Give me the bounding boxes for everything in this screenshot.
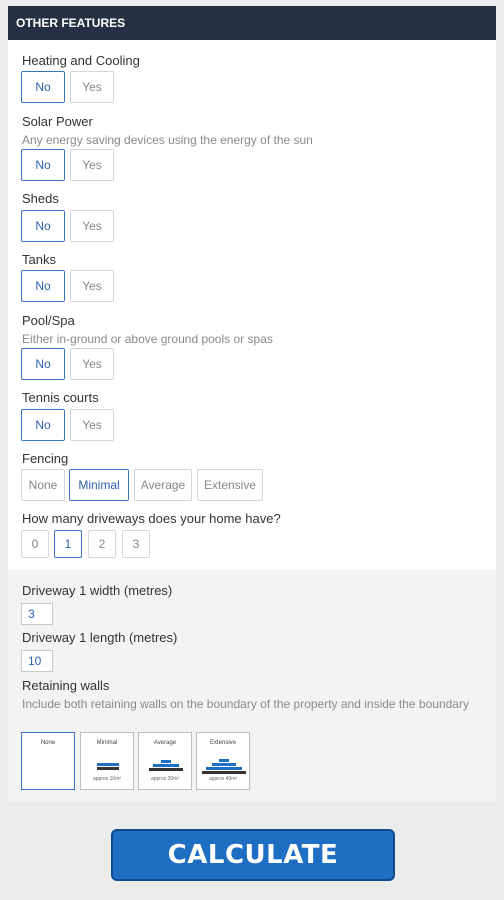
retaining-extensive-wall-icon bbox=[202, 759, 246, 774]
driveway-width-input[interactable]: 3 bbox=[21, 603, 53, 625]
retaining-minimal-option[interactable]: Minimal approx 10m² bbox=[80, 732, 134, 790]
retaining-average-title: Average bbox=[153, 740, 177, 746]
retaining-average-wall-icon bbox=[149, 760, 183, 771]
retaining-walls-label: Retaining walls bbox=[22, 678, 110, 693]
driveway-length-label: Driveway 1 length (metres) bbox=[22, 630, 178, 645]
heating-label: Heating and Cooling bbox=[22, 53, 140, 68]
tennis-yes-button[interactable]: Yes bbox=[70, 409, 114, 441]
fencing-average-button[interactable]: Average bbox=[134, 469, 192, 501]
page: OTHER FEATURES Heating and Cooling No Ye… bbox=[0, 0, 504, 900]
fencing-extensive-button[interactable]: Extensive bbox=[197, 469, 263, 501]
sheds-label: Sheds bbox=[22, 191, 59, 206]
driveways-0-button[interactable]: 0 bbox=[21, 530, 49, 558]
retaining-none-option[interactable]: None bbox=[21, 732, 75, 790]
heating-yes-button[interactable]: Yes bbox=[70, 71, 114, 103]
pool-no-button[interactable]: No bbox=[21, 348, 65, 380]
calculate-button[interactable]: CALCULATE bbox=[111, 829, 395, 881]
solar-label: Solar Power bbox=[22, 114, 93, 129]
retaining-minimal-wall-icon bbox=[97, 763, 119, 770]
retaining-minimal-approx: approx 10m² bbox=[92, 776, 122, 782]
retaining-walls-description: Include both retaining walls on the boun… bbox=[22, 697, 469, 711]
fencing-minimal-button[interactable]: Minimal bbox=[69, 469, 129, 501]
solar-description: Any energy saving devices using the ener… bbox=[22, 133, 313, 147]
tennis-label: Tennis courts bbox=[22, 390, 99, 405]
pool-label: Pool/Spa bbox=[22, 313, 75, 328]
driveways-2-button[interactable]: 2 bbox=[88, 530, 116, 558]
pool-yes-button[interactable]: Yes bbox=[70, 348, 114, 380]
retaining-extensive-approx: approx 40m² bbox=[208, 776, 238, 782]
retaining-none-title: None bbox=[40, 740, 56, 746]
heating-no-button[interactable]: No bbox=[21, 71, 65, 103]
fencing-label: Fencing bbox=[22, 451, 69, 466]
retaining-minimal-title: Minimal bbox=[96, 740, 118, 746]
driveways-label: How many driveways does your home have? bbox=[22, 511, 281, 526]
fencing-none-button[interactable]: None bbox=[21, 469, 65, 501]
driveways-3-button[interactable]: 3 bbox=[122, 530, 150, 558]
retaining-average-approx: approx 20m² bbox=[150, 776, 180, 782]
retaining-extensive-title: Extensive bbox=[209, 740, 236, 746]
tanks-label: Tanks bbox=[22, 252, 56, 267]
sheds-no-button[interactable]: No bbox=[21, 210, 65, 242]
section-title: OTHER FEATURES bbox=[16, 16, 126, 30]
driveways-1-button[interactable]: 1 bbox=[54, 530, 82, 558]
retaining-extensive-option[interactable]: Extensive approx 40m² bbox=[196, 732, 250, 790]
driveway-length-input[interactable]: 10 bbox=[21, 650, 53, 672]
section-header: OTHER FEATURES bbox=[8, 6, 496, 40]
retaining-average-option[interactable]: Average approx 20m² bbox=[138, 732, 192, 790]
solar-no-button[interactable]: No bbox=[21, 149, 65, 181]
sheds-yes-button[interactable]: Yes bbox=[70, 210, 114, 242]
pool-description: Either in-ground or above ground pools o… bbox=[22, 332, 273, 346]
tennis-no-button[interactable]: No bbox=[21, 409, 65, 441]
driveway-width-label: Driveway 1 width (metres) bbox=[22, 583, 173, 598]
tanks-no-button[interactable]: No bbox=[21, 270, 65, 302]
solar-yes-button[interactable]: Yes bbox=[70, 149, 114, 181]
tanks-yes-button[interactable]: Yes bbox=[70, 270, 114, 302]
